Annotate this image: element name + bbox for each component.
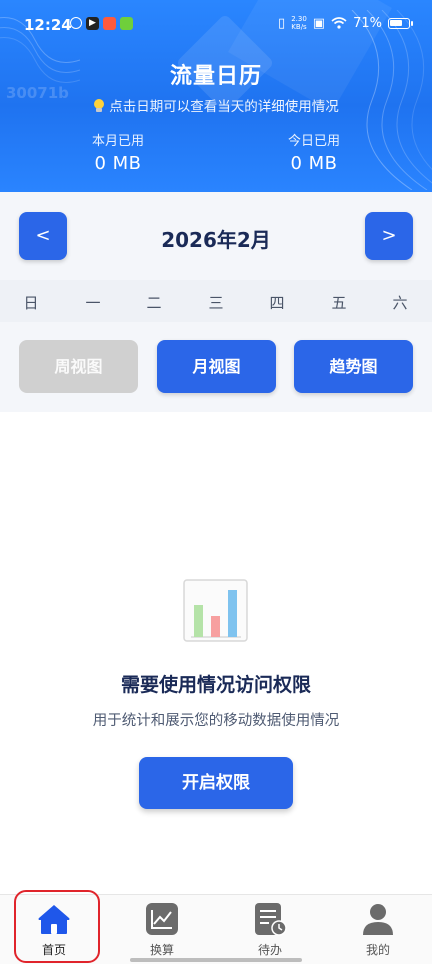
header: 12:24 ▶ ▯ 2.30 KB/s ▣ 71% 30071b 流量日历 点击… <box>0 0 432 192</box>
weekday-fri: 五 <box>331 294 347 312</box>
month-used-label: 本月已用 <box>91 134 144 149</box>
weekday-mon: 一 <box>85 294 101 312</box>
lightbulb-icon <box>93 99 105 113</box>
weekday-header: 日 一 二 三 四 五 六 <box>0 280 432 322</box>
home-highlight-annotation <box>14 890 100 963</box>
game-app-icon <box>120 17 133 30</box>
chart-line-icon <box>146 903 178 935</box>
today-used-value: 0 MB <box>290 153 338 174</box>
vibrate-icon: ▯ <box>278 15 286 31</box>
permission-description: 用于统计和展示您的移动数据使用情况 <box>92 713 340 729</box>
view-switcher: 周视图 月视图 趋势图 <box>0 322 432 412</box>
weekday-tue: 二 <box>146 294 162 312</box>
week-view-button[interactable]: 周视图 <box>19 340 138 393</box>
status-bar: 12:24 ▶ ▯ 2.30 KB/s ▣ 71% <box>0 0 432 50</box>
no-sim-icon: ▣ <box>312 15 326 31</box>
video-app-icon: ▶ <box>86 17 99 30</box>
permission-title: 需要使用情况访问权限 <box>120 674 311 696</box>
wifi-icon <box>331 17 347 29</box>
home-indicator[interactable] <box>130 958 302 962</box>
notification-app-icon <box>70 17 82 29</box>
nav-convert-label: 换算 <box>149 943 174 957</box>
weekday-sat: 六 <box>392 294 408 312</box>
hint-text: 点击日期可以查看当天的详细使用情况 <box>0 95 432 115</box>
month-used-value: 0 MB <box>94 153 142 174</box>
network-speed: 2.30 KB/s <box>291 15 307 31</box>
bar-chart-icon <box>183 579 248 642</box>
status-right: ▯ 2.30 KB/s ▣ 71% <box>278 15 413 31</box>
battery-fill <box>390 19 403 26</box>
month-used-stat: 本月已用 0 MB <box>38 130 198 174</box>
battery-icon <box>388 17 413 29</box>
status-app-icons: ▶ <box>70 17 133 30</box>
today-used-label: 今日已用 <box>287 134 340 149</box>
month-view-button[interactable]: 月视图 <box>157 340 276 393</box>
nav-mine-label: 我的 <box>365 943 390 957</box>
weekday-wed: 三 <box>208 294 224 312</box>
today-used-stat: 今日已用 0 MB <box>234 130 394 174</box>
nav-convert[interactable]: 换算 <box>122 895 202 964</box>
trend-view-button[interactable]: 趋势图 <box>294 340 413 393</box>
nav-todo-label: 待办 <box>257 943 282 957</box>
status-time: 12:24 <box>24 16 72 34</box>
page-title: 流量日历 <box>169 64 262 89</box>
shopping-app-icon <box>103 17 116 30</box>
next-month-button[interactable]: > <box>365 212 413 260</box>
weekday-sun: 日 <box>23 294 39 312</box>
battery-percent: 71% <box>353 15 382 31</box>
user-icon <box>363 904 393 935</box>
todo-clock-icon <box>255 903 287 936</box>
grant-permission-button[interactable]: 开启权限 <box>139 757 293 809</box>
nav-todo[interactable]: 待办 <box>230 895 310 964</box>
weekday-thu: 四 <box>269 294 285 312</box>
nav-mine[interactable]: 我的 <box>338 895 418 964</box>
month-selector: < 2026年2月 > <box>0 192 432 280</box>
